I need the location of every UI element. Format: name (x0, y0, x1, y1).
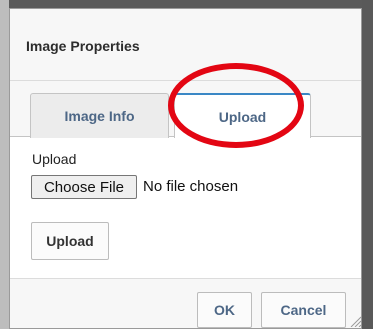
tab-upload[interactable]: Upload (174, 93, 311, 138)
file-status-text: No file chosen (143, 178, 239, 195)
ok-button[interactable]: OK (197, 292, 252, 328)
choose-file-button[interactable]: Choose File (31, 175, 137, 199)
image-properties-dialog: Image Properties Image Info Upload Uploa… (9, 8, 362, 329)
background-top (0, 0, 373, 8)
cancel-button[interactable]: Cancel (261, 292, 346, 328)
dialog-title: Image Properties (26, 38, 140, 54)
upload-field-label: Upload (32, 151, 77, 167)
tab-bar: Image Info Upload (10, 81, 361, 138)
background-left (0, 0, 9, 329)
resize-grip-icon[interactable] (350, 314, 361, 327)
upload-button[interactable]: Upload (31, 222, 109, 260)
tab-image-info[interactable]: Image Info (30, 93, 169, 138)
dialog-titlebar[interactable]: Image Properties (10, 9, 361, 81)
background-right (362, 0, 373, 329)
